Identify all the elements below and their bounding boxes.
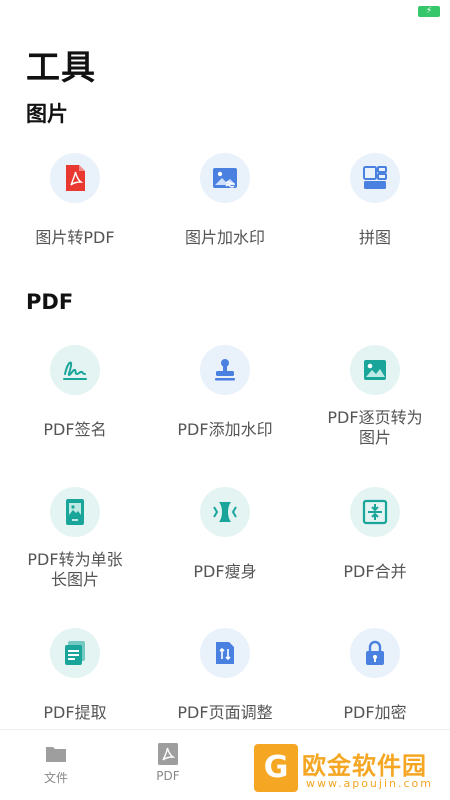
image-watermark-icon [200,153,250,203]
tool-pdf-to-long-image[interactable]: PDF转为单张 长图片 [0,487,150,617]
tool-image-to-pdf[interactable]: 图片转PDF [0,153,150,283]
tool-collage[interactable]: 拼图 [300,153,450,283]
tool-pdf-compress[interactable]: PDF瘦身 [150,487,300,617]
tool-label: 图片转PDF [35,228,115,247]
page-title: 工具 [26,48,96,88]
tab-pdf[interactable]: PDF [112,742,224,792]
tool-label: PDF签名 [43,420,107,439]
tool-label: PDF提取 [43,703,107,722]
tool-label: 图片加水印 [184,228,265,247]
watermark-logo: G [254,744,298,792]
tab-label: 文件 [43,771,68,785]
battery-charging-icon: ⚡ [418,6,440,17]
site-watermark: G 欧金软件园 www.apoujin.com [250,740,445,796]
extract-icon [50,628,100,678]
signature-icon [50,345,100,395]
status-bar: ⚡ [0,0,450,24]
tool-pdf-pages-to-images[interactable]: PDF逐页转为 图片 [300,345,450,475]
page-adjust-icon [200,628,250,678]
tool-label: PDF加密 [343,703,407,722]
tool-label: PDF转为单张 长图片 [27,550,123,589]
tool-label: PDF逐页转为 图片 [327,408,423,447]
pdf-tab-icon [156,742,180,766]
tool-label: PDF添加水印 [177,420,273,439]
tool-label: PDF页面调整 [177,703,273,722]
tool-label: PDF瘦身 [193,562,257,581]
image-icon [350,345,400,395]
long-image-icon [50,487,100,537]
lock-icon [350,628,400,678]
pdf-file-icon [50,153,100,203]
tool-pdf-merge[interactable]: PDF合并 [300,487,450,617]
tab-label: PDF [156,769,180,783]
section-title-images: 图片 [26,102,68,126]
tool-label: 拼图 [358,228,391,247]
folder-icon [44,742,68,766]
tool-pdf-add-watermark[interactable]: PDF添加水印 [150,345,300,475]
compress-icon [200,487,250,537]
tool-label: PDF合并 [343,562,407,581]
merge-icon [350,487,400,537]
collage-icon [350,153,400,203]
tool-pdf-signature[interactable]: PDF签名 [0,345,150,475]
section-title-pdf: PDF [26,290,74,314]
stamp-icon [200,345,250,395]
tool-image-watermark[interactable]: 图片加水印 [150,153,300,283]
watermark-text: 欧金软件园 [302,752,427,780]
watermark-url: www.apoujin.com [306,777,433,790]
tab-files[interactable]: 文件 [0,742,112,792]
